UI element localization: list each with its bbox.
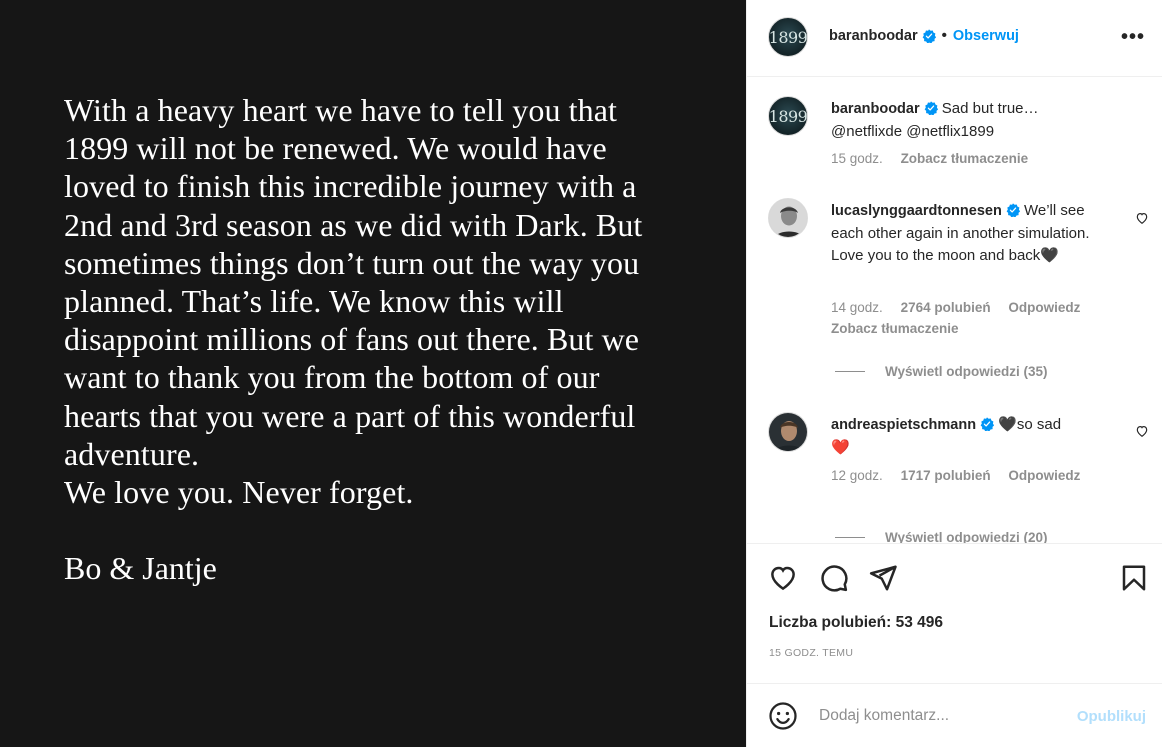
avatar[interactable]: 1899: [768, 96, 808, 136]
emoji-smiley-icon[interactable]: [768, 701, 798, 731]
comment-text: We’ll: [1024, 202, 1057, 219]
letter-line: disappoint millions of fans out there. B…: [64, 321, 640, 358]
comment-translate: Zobacz tłumaczenie: [831, 321, 959, 336]
view-replies-label: Wyświetl odpowiedzi (35): [885, 364, 1048, 379]
more-options-icon[interactable]: •••: [1121, 26, 1145, 49]
comment-text: 🖤so sad: [998, 416, 1062, 433]
verified-badge-icon: [980, 417, 995, 431]
view-replies-label: Wyświetl odpowiedzi (20): [885, 530, 1048, 543]
comment-time[interactable]: 14 godz.: [831, 300, 883, 315]
divider: [835, 537, 865, 538]
caption-body: baranboodar Sad but true… @netflixde @ne…: [831, 98, 1101, 143]
comment-likes[interactable]: 1717 polubień: [901, 468, 991, 483]
verified-badge-icon: [922, 28, 936, 43]
comment-input[interactable]: [819, 704, 1049, 728]
post-header: 1899 baranboodar • Obserwuj •••: [747, 0, 1162, 77]
publish-button[interactable]: Opublikuj: [1077, 708, 1146, 725]
comments-list[interactable]: 1899 baranboodar Sad but true… @netflixd…: [747, 78, 1162, 543]
save-bookmark-icon[interactable]: [1119, 563, 1149, 593]
comment-username[interactable]: andreaspietschmann: [831, 417, 976, 433]
add-comment-bar: Opublikuj: [747, 683, 1162, 747]
comment-text: ❤️: [831, 438, 850, 456]
likes-count[interactable]: Liczba polubień: 53 496: [769, 614, 943, 632]
post-signature: Bo & Jantje: [64, 550, 217, 586]
letter-line: We love you. Never forget.: [64, 474, 414, 511]
caption-text: Sad but true…: [941, 100, 1039, 117]
follow-button[interactable]: Obserwuj: [953, 28, 1019, 44]
avatar[interactable]: [768, 198, 808, 238]
caption-time[interactable]: 15 godz.: [831, 151, 883, 166]
letter-line: want to thank you from the bottom of our: [64, 359, 600, 396]
user-photo-icon: [769, 199, 807, 237]
avatar[interactable]: [768, 412, 808, 452]
divider: [835, 371, 865, 372]
avatar[interactable]: 1899: [768, 17, 808, 57]
letter-line: sometimes things don’t turn out the way …: [64, 244, 640, 281]
caption-username[interactable]: baranboodar: [831, 101, 920, 117]
like-comment-heart-icon[interactable]: [1135, 424, 1149, 438]
translate-link[interactable]: Zobacz tłumaczenie: [901, 151, 1029, 166]
letter-line: 2nd and 3rd season as we did with Dark. …: [64, 206, 643, 243]
verified-badge-icon: [1006, 203, 1020, 217]
comment-meta: 14 godz. 2764 polubień Odpowiedz: [831, 300, 1080, 315]
comment-body: lucaslynggaardtonnesen We’ll see each ot…: [831, 200, 1101, 268]
share-paper-plane-icon[interactable]: [868, 563, 898, 593]
reply-button[interactable]: Odpowiedz: [1008, 300, 1080, 315]
post-actions: Liczba polubień: 53 496 15 GODZ. TEMU: [747, 543, 1162, 683]
comment-body: andreaspietschmann 🖤so sad ❤️: [831, 414, 1101, 459]
caption-mentions[interactable]: @netflixde @netflix1899: [831, 123, 994, 140]
verified-badge-icon: [924, 101, 938, 115]
view-replies-button[interactable]: Wyświetl odpowiedzi (35): [835, 364, 1048, 379]
like-comment-heart-icon[interactable]: [1135, 211, 1149, 225]
comment-bubble-icon[interactable]: [819, 563, 849, 593]
post-side-panel: 1899 baranboodar • Obserwuj ••• 1899 bar…: [746, 0, 1162, 747]
view-replies-button[interactable]: Wyświetl odpowiedzi (20): [835, 530, 1048, 543]
header-user-line: baranboodar • Obserwuj: [829, 27, 1019, 44]
caption-meta: 15 godz. Zobacz tłumaczenie: [831, 151, 1028, 166]
comment-meta: 12 godz. 1717 polubień Odpowiedz: [831, 468, 1080, 483]
letter-line: With a heavy heart we have to tell you t…: [64, 92, 618, 128]
comment-time[interactable]: 12 godz.: [831, 468, 883, 483]
letter-line: 1899 will not be renewed. We would have: [64, 130, 607, 167]
letter-line: adventure.: [64, 435, 200, 472]
reply-button[interactable]: Odpowiedz: [1008, 468, 1080, 483]
letter-line: loved to finish this incredible journey …: [64, 168, 637, 205]
letter-line: planned. That’s life. We know this will: [64, 283, 564, 320]
header-separator: •: [941, 27, 947, 44]
post-letter-text: With a heavy heart we have to tell you t…: [64, 91, 704, 511]
user-photo-icon: [769, 413, 807, 451]
post-image[interactable]: With a heavy heart we have to tell you t…: [0, 0, 746, 747]
like-heart-icon[interactable]: [768, 563, 798, 593]
comment-username[interactable]: lucaslynggaardtonnesen: [831, 203, 1002, 219]
post-time[interactable]: 15 GODZ. TEMU: [769, 647, 853, 659]
letter-line: hearts that you were a part of this wond…: [64, 397, 636, 434]
translate-link[interactable]: Zobacz tłumaczenie: [831, 321, 959, 336]
comment-likes[interactable]: 2764 polubień: [901, 300, 991, 315]
header-username[interactable]: baranboodar: [829, 28, 918, 44]
